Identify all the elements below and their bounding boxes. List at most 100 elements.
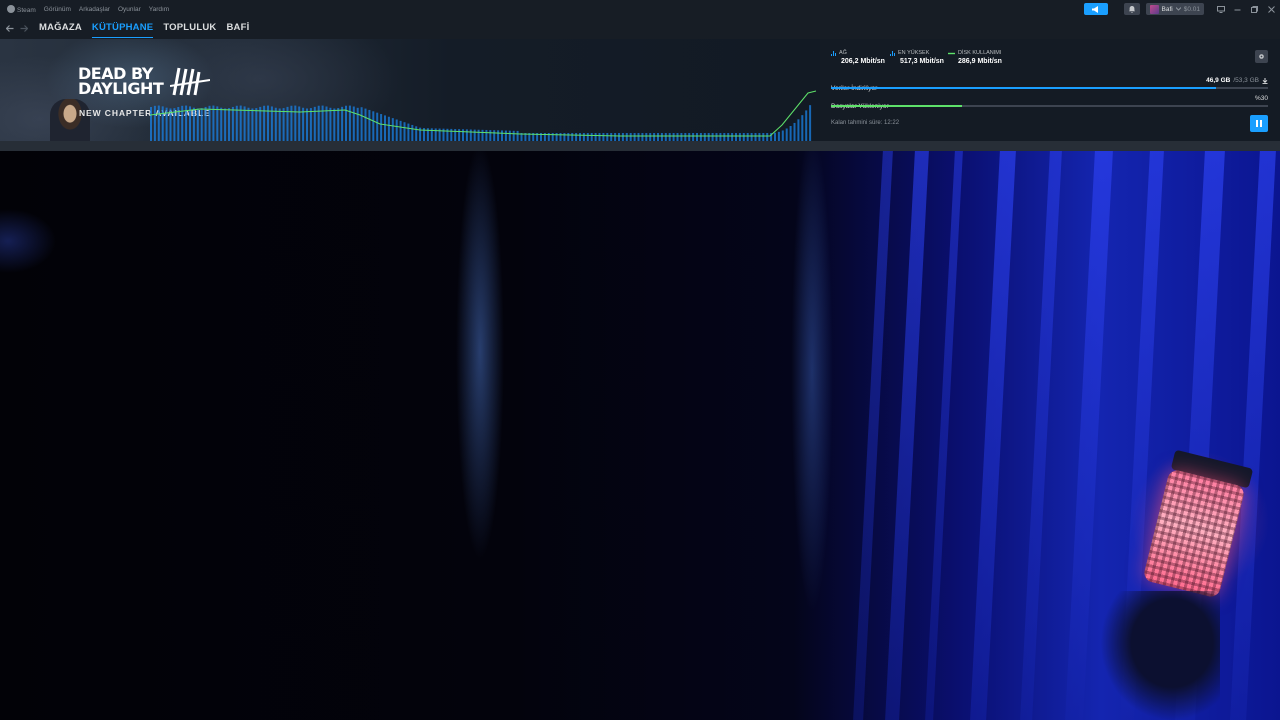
graph-bar	[805, 110, 808, 141]
stat-peak-label: EN YÜKSEK	[898, 50, 930, 56]
graph-bar	[516, 130, 519, 141]
stat-network: AĞ 206,2 Mbit/sn	[831, 50, 885, 65]
download-settings-button[interactable]	[1255, 50, 1268, 63]
graph-bar	[750, 133, 753, 141]
background-light-stripe	[853, 151, 893, 720]
stat-disk: DİSK KULLANIMI 286,9 Mbit/sn	[948, 50, 1002, 65]
graph-bar	[313, 106, 316, 141]
restore-icon	[1251, 5, 1258, 13]
announcements-button[interactable]	[1083, 3, 1108, 15]
graph-bar	[645, 133, 648, 141]
graph-bar	[602, 133, 605, 141]
graph-bar	[196, 108, 199, 141]
menu-help[interactable]: Yardım	[149, 6, 169, 13]
tab-community[interactable]: TOPLULUK	[163, 22, 216, 35]
graph-bar	[711, 133, 714, 141]
graph-bar	[762, 133, 765, 141]
download-icon	[1262, 77, 1268, 84]
graph-bar	[157, 105, 160, 141]
graph-bar	[356, 107, 359, 141]
stat-disk-value: 286,9 Mbit/sn	[958, 58, 1002, 65]
background-light-stripe	[970, 151, 1016, 720]
steam-logo-icon	[7, 4, 15, 13]
graph-bar	[489, 130, 492, 141]
pause-icon	[1260, 120, 1262, 127]
header-divider	[0, 141, 1280, 151]
graph-bar	[641, 133, 644, 141]
title-right-controls: Bafi $0.01	[1083, 0, 1280, 18]
install-progress-bar	[831, 105, 1268, 107]
monitor-icon	[1216, 5, 1225, 13]
menu-steam-label: Steam	[17, 6, 36, 14]
graph-bar	[189, 106, 191, 141]
minimize-button[interactable]	[1229, 0, 1246, 18]
graph-bar	[625, 133, 628, 141]
graph-bar	[259, 106, 262, 141]
graph-bar	[653, 133, 656, 141]
graph-bar	[614, 133, 617, 141]
bar-chart-icon	[890, 50, 895, 56]
graph-bar	[684, 133, 687, 141]
pause-button[interactable]	[1250, 115, 1268, 132]
game-banner[interactable]: DEAD BY DAYLIGHT NEW CHAPTER AVAILABLE	[0, 39, 820, 141]
menu-view[interactable]: Görünüm	[44, 6, 71, 13]
back-button[interactable]	[3, 18, 17, 39]
menu-games[interactable]: Oyunlar	[118, 6, 141, 13]
close-icon	[1268, 5, 1275, 13]
graph-bar	[411, 124, 414, 141]
graph-bar	[204, 106, 207, 141]
graph-bar	[150, 107, 152, 141]
graph-bar	[161, 106, 164, 141]
graph-bar	[231, 106, 234, 141]
bell-icon	[1128, 5, 1135, 13]
graph-bar	[380, 114, 383, 141]
tab-library[interactable]: KÜTÜPHANE	[91, 22, 154, 38]
graph-bar	[777, 131, 780, 141]
stat-disk-label: DİSK KULLANIMI	[958, 50, 1002, 56]
graph-bar	[169, 108, 172, 141]
close-button[interactable]	[1263, 0, 1280, 18]
graph-bar	[571, 133, 574, 141]
account-menu[interactable]: Bafi $0.01	[1145, 3, 1204, 15]
graph-bar	[212, 105, 215, 141]
background-light-stripe	[925, 151, 963, 720]
graph-bar	[200, 108, 203, 141]
graph-bar	[255, 108, 258, 141]
menu-steam[interactable]: Steam	[7, 4, 36, 14]
graph-bar	[590, 133, 593, 141]
graph-bar	[598, 133, 601, 141]
arrow-left-icon	[6, 25, 14, 32]
big-picture-button[interactable]	[1212, 0, 1229, 18]
tab-profile[interactable]: BAFİ	[227, 22, 250, 35]
graph-bar	[559, 133, 562, 141]
graph-bar	[586, 133, 589, 141]
restore-button[interactable]	[1246, 0, 1263, 18]
graph-bar	[247, 107, 250, 141]
background-video	[0, 151, 1280, 720]
menu-friends[interactable]: Arkadaşlar	[79, 6, 110, 13]
notifications-button[interactable]	[1123, 3, 1140, 15]
tab-store[interactable]: MAĞAZA	[39, 22, 82, 35]
graph-bar	[282, 108, 285, 141]
graph-bar	[403, 122, 406, 141]
time-remaining: Kalan tahmini süre: 12:22	[831, 120, 900, 126]
graph-bar	[294, 105, 297, 141]
chevron-down-icon	[1175, 7, 1181, 11]
download-header: DEAD BY DAYLIGHT NEW CHAPTER AVAILABLE A…	[0, 39, 1280, 141]
graph-bar	[278, 108, 281, 141]
graph-bar	[173, 108, 176, 141]
graph-bar	[497, 130, 500, 141]
arrow-right-icon	[20, 25, 28, 32]
forward-button[interactable]	[17, 18, 31, 39]
install-progress: Dosyalar Yükleniyor %30	[831, 95, 1268, 113]
graph-bar	[387, 116, 390, 141]
graph-bar	[508, 130, 511, 141]
download-progress: Veriler İndiriliyor 46,9 GB/53,3 GB	[831, 77, 1268, 95]
graph-bar	[793, 122, 796, 141]
graph-bar	[649, 133, 652, 141]
download-progress-size: 46,9 GB/53,3 GB	[1206, 77, 1268, 84]
graph-bar	[473, 129, 476, 141]
graph-bar	[352, 106, 355, 141]
graph-bar	[567, 133, 570, 141]
avatar	[1149, 4, 1159, 14]
